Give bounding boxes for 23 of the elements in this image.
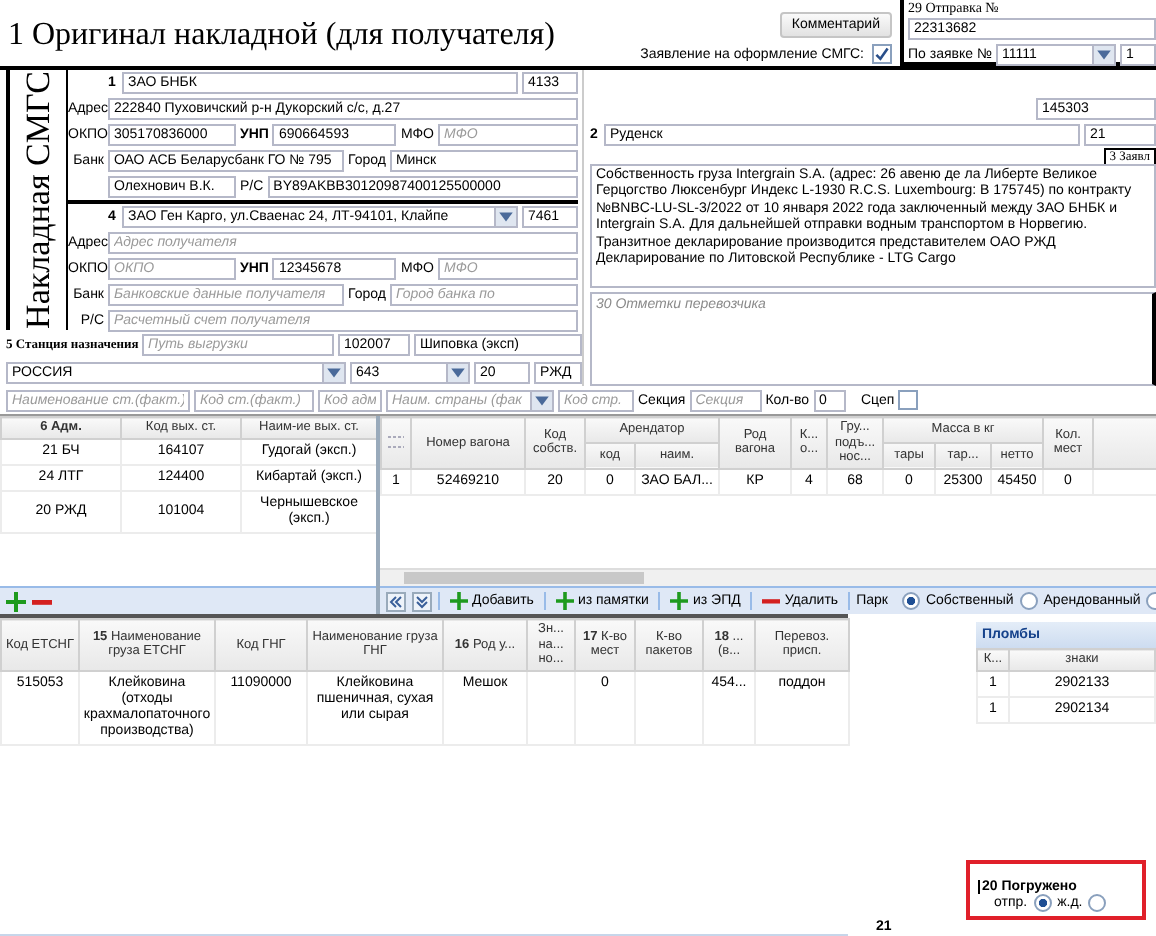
horizontal-scrollbar[interactable] — [380, 568, 1156, 586]
add-icon — [555, 592, 574, 610]
caret-icon — [494, 208, 516, 226]
add-icon — [450, 592, 468, 610]
first-page-icon[interactable] — [386, 591, 406, 611]
side-title: Накладная СМГС — [18, 71, 58, 329]
table-cell — [527, 670, 575, 744]
loaded-radio[interactable] — [1088, 894, 1107, 912]
add-icon — [670, 592, 689, 610]
document-title: 1 Оригинал накладной (для получателя) — [6, 16, 557, 56]
add-icon[interactable] — [6, 591, 26, 611]
coupling-checkbox[interactable] — [898, 390, 919, 410]
park-radio[interactable] — [1019, 592, 1038, 610]
caret-icon — [1091, 46, 1114, 64]
loaded-radio[interactable] — [1033, 894, 1052, 912]
table-cell — [635, 670, 703, 744]
grip-icon[interactable] — [388, 434, 404, 451]
last-page-icon[interactable] — [412, 591, 432, 611]
caret-icon — [446, 363, 468, 381]
caret-icon — [530, 391, 552, 409]
statement-checkbox[interactable] — [872, 44, 892, 64]
caret-icon — [322, 363, 344, 381]
park-radio[interactable] — [901, 592, 920, 610]
